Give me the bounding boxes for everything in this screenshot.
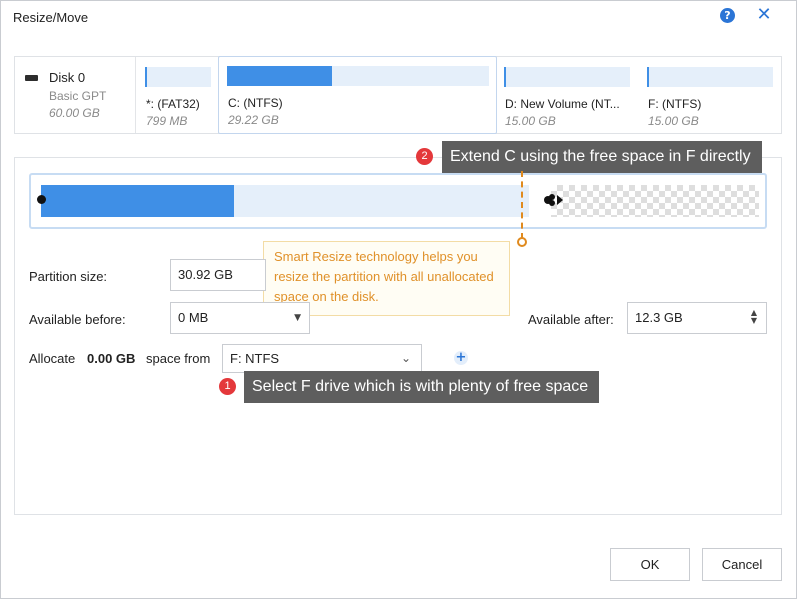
step-badge-2: 2 [416, 148, 433, 165]
partition-fat32[interactable]: *: (FAT32) 799 MB [137, 57, 217, 133]
disk-type: Basic GPT [49, 89, 107, 103]
space-from-select[interactable]: F: NTFS ⌄ [222, 344, 422, 373]
cancel-button[interactable]: Cancel [702, 548, 782, 581]
allocate-value: 0.00 GB [87, 351, 136, 366]
partition-d[interactable]: D: New Volume (NT... 15.00 GB [496, 57, 638, 133]
partition-size-label: Partition size: [29, 269, 108, 284]
right-resize-handle[interactable] [542, 192, 564, 208]
partition-f[interactable]: F: (NTFS) 15.00 GB [639, 57, 781, 133]
space-from-label: space from [146, 351, 211, 366]
partition-size: 15.00 GB [505, 114, 556, 128]
partition-size: 15.00 GB [648, 114, 699, 128]
partition-size-value: 30.92 GB [178, 267, 233, 282]
boundary-guide-line [521, 171, 523, 239]
partition-c[interactable]: C: (NTFS) 29.22 GB [218, 56, 497, 134]
close-icon[interactable]: ✕ [755, 5, 773, 25]
partition-usage-fill [227, 66, 332, 86]
space-from-value: F: NTFS [230, 351, 280, 366]
partition-name: *: (FAT32) [146, 97, 200, 111]
left-resize-handle[interactable] [37, 195, 46, 204]
tooltip-step-2: Extend C using the free space in F direc… [442, 141, 762, 173]
ok-button[interactable]: OK [610, 548, 690, 581]
tooltip-step-1: Select F drive which is with plenty of f… [244, 371, 600, 403]
partition-used-fill [41, 185, 234, 217]
disk-size: 60.00 GB [49, 106, 100, 120]
partition-usage-fill [145, 67, 147, 87]
partition-usage-bar [504, 67, 630, 87]
partition-size-input[interactable]: 30.92 GB [170, 259, 266, 291]
unallocated-space [551, 185, 759, 217]
available-after-label: Available after: [528, 312, 614, 327]
resize-move-dialog: Resize/Move ? ✕ Disk 0 Basic GPT 60.00 G… [0, 0, 797, 599]
partition-resize-slider[interactable] [29, 173, 767, 229]
drag-cursor-icon [544, 194, 563, 206]
available-before-select[interactable]: 0 MB ▼ [170, 302, 310, 334]
partition-usage-bar [145, 67, 211, 87]
add-partition-icon[interactable]: + [454, 351, 468, 365]
partition-usage-bar [227, 66, 489, 86]
dialog-title: Resize/Move [13, 10, 89, 25]
partition-name: F: (NTFS) [648, 97, 702, 111]
allocate-label: Allocate [29, 351, 76, 366]
available-after-value: 12.3 GB [635, 310, 683, 325]
stepper-arrows-icon[interactable]: ▲ ▼ [751, 309, 757, 325]
boundary-guide-dot [517, 237, 527, 247]
disk-map: Disk 0 Basic GPT 60.00 GB *: (FAT32) 799… [14, 56, 782, 134]
partition-usage-fill [647, 67, 649, 87]
dropdown-arrow-icon: ▼ [294, 313, 301, 323]
partition-track [41, 185, 529, 217]
disk-drive-icon [25, 75, 38, 81]
partition-name: C: (NTFS) [228, 96, 283, 110]
available-before-value: 0 MB [178, 310, 209, 325]
partition-usage-fill [504, 67, 506, 87]
disk-info: Disk 0 Basic GPT 60.00 GB [15, 57, 136, 133]
chevron-down-icon: ⌄ [400, 351, 411, 365]
available-after-stepper[interactable]: 12.3 GB ▲ ▼ [627, 302, 767, 334]
partition-size: 29.22 GB [228, 113, 279, 127]
partition-size: 799 MB [146, 114, 188, 128]
help-icon[interactable]: ? [720, 8, 735, 23]
disk-name: Disk 0 [49, 70, 86, 85]
partition-name: D: New Volume (NT... [505, 97, 620, 111]
step-badge-1: 1 [219, 378, 236, 395]
available-before-label: Available before: [29, 312, 126, 327]
partition-usage-bar [647, 67, 773, 87]
